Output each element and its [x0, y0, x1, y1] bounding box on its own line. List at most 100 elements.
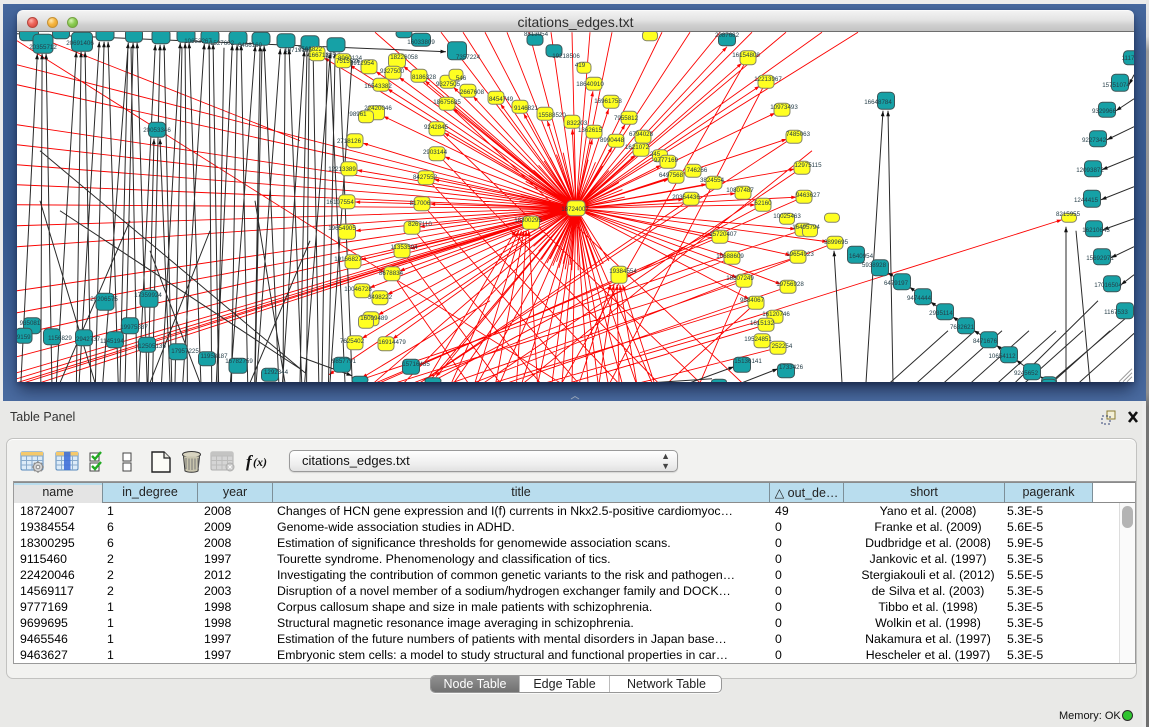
svg-text:8427552: 8427552	[413, 173, 438, 180]
svg-text:17016504: 17016504	[1094, 281, 1122, 288]
svg-text:10653267: 10653267	[184, 37, 212, 44]
svg-text:12975115: 12975115	[794, 161, 822, 168]
svg-text:16210643: 16210643	[1082, 226, 1110, 233]
svg-text:9227342: 9227342	[1082, 136, 1107, 143]
svg-text:2718126: 2718126	[337, 137, 362, 144]
svg-text:7563822: 7563822	[298, 45, 323, 52]
svg-text:3824554: 3824554	[700, 176, 725, 183]
svg-text:19218506: 19218506	[552, 52, 580, 59]
svg-text:15751074: 15751074	[1102, 81, 1130, 88]
svg-text:9327500: 9327500	[380, 67, 405, 74]
svg-text:7357224: 7357224	[456, 53, 481, 60]
svg-text:9899695: 9899695	[824, 238, 849, 245]
svg-text:15588520: 15588520	[538, 111, 566, 118]
svg-text:10807487: 10807487	[726, 186, 754, 193]
svg-text:17957225: 17957225	[171, 347, 199, 354]
svg-text:15692971: 15692971	[1086, 254, 1114, 261]
svg-text:15716485: 15716485	[402, 360, 430, 367]
svg-text:16543382: 16543382	[364, 82, 392, 89]
svg-text:1733426: 1733426	[779, 363, 804, 370]
svg-text:15136141: 15136141	[734, 357, 762, 364]
svg-text:16107554: 16107554	[326, 198, 354, 205]
svg-text:39159: 39159	[17, 333, 31, 340]
svg-text:16914479: 16914479	[378, 338, 406, 345]
svg-text:9474444: 9474444	[907, 294, 932, 301]
svg-text:2667608: 2667608	[460, 88, 485, 95]
svg-text:7625402: 7625402	[340, 337, 365, 344]
svg-text:6479197: 6479197	[884, 279, 909, 286]
svg-text:10654112: 10654112	[988, 352, 1016, 359]
svg-text:19384554: 19384554	[609, 267, 637, 274]
svg-text:1292344: 1292344	[264, 368, 289, 375]
svg-text:18675685: 18675685	[433, 98, 461, 105]
svg-text:1244415: 1244415	[1074, 196, 1099, 203]
svg-text:18807249: 18807249	[726, 274, 754, 281]
svg-text:20206575: 20206575	[90, 295, 118, 302]
svg-text:1156829: 1156829	[48, 334, 72, 341]
svg-text:20364436: 20364436	[672, 193, 700, 200]
svg-text:9146821: 9146821	[514, 104, 539, 111]
svg-text:9884067: 9884067	[740, 296, 765, 303]
svg-text:19654905: 19654905	[328, 224, 356, 231]
svg-text:19654923: 19654923	[786, 250, 814, 257]
svg-text:20355712: 20355712	[29, 43, 57, 50]
svg-text:18724007: 18724007	[561, 205, 589, 212]
svg-text:16495794: 16495794	[792, 223, 820, 230]
svg-text:746266: 746266	[687, 166, 708, 173]
svg-text:1117: 1117	[1122, 54, 1134, 61]
svg-text:12213967: 12213967	[754, 75, 782, 82]
svg-text:8813054: 8813054	[524, 32, 549, 38]
svg-text:1640954: 1640954	[849, 252, 874, 259]
svg-text:16961758: 16961758	[594, 97, 622, 104]
svg-text:1145194: 1145194	[100, 337, 124, 344]
svg-text:9463627: 9463627	[796, 191, 821, 198]
svg-text:8471676: 8471676	[973, 337, 998, 344]
svg-text:(x): (x)	[253, 455, 267, 469]
svg-text:2942737: 2942737	[76, 335, 101, 342]
svg-text:6794028: 6794028	[629, 130, 654, 137]
svg-text:8215955: 8215955	[1056, 210, 1081, 217]
svg-text:98961: 98961	[349, 110, 367, 117]
svg-text:817006: 817006	[410, 199, 431, 206]
svg-text:3498222: 3498222	[368, 293, 393, 300]
svg-text:9242845: 9242845	[424, 123, 449, 130]
svg-text:546: 546	[456, 74, 467, 81]
svg-text:16033809: 16033809	[407, 38, 435, 45]
svg-text:19524851: 19524851	[744, 335, 772, 342]
svg-text:9327505: 9327505	[436, 80, 461, 87]
svg-text:12093872: 12093872	[1076, 166, 1104, 173]
svg-text:9245652: 9245652	[1014, 369, 1039, 376]
svg-text:7485063: 7485063	[786, 130, 811, 137]
svg-text:19756928: 19756928	[776, 280, 804, 287]
svg-text:16099489: 16099489	[360, 314, 388, 321]
svg-text:10688609: 10688609	[716, 252, 744, 259]
svg-text:10973493: 10973493	[770, 103, 798, 110]
svg-text:419: 419	[575, 61, 586, 68]
svg-text:1362615: 1362615	[578, 126, 603, 133]
svg-text:10025463: 10025463	[773, 212, 801, 219]
svg-text:9857791: 9857791	[332, 357, 357, 364]
svg-text:19975887: 19975887	[120, 323, 148, 330]
svg-text:2087682: 2087682	[715, 32, 740, 39]
svg-text:5938928: 5938928	[862, 261, 887, 268]
svg-text:20691406: 20691406	[66, 39, 94, 46]
svg-text:9329966: 9329966	[1092, 107, 1117, 114]
svg-text:935081: 935081	[20, 319, 41, 326]
svg-text:17359924: 17359924	[134, 291, 162, 298]
svg-text:20053346: 20053346	[143, 126, 171, 133]
svg-text:1167533: 1167533	[1104, 308, 1128, 315]
svg-text:18640910: 18640910	[576, 80, 604, 87]
svg-text:62160: 62160	[754, 199, 772, 206]
svg-text:8186328: 8186328	[412, 73, 437, 80]
svg-text:7632621: 7632621	[950, 323, 975, 330]
svg-text:16120746: 16120746	[762, 310, 790, 317]
svg-text:12213389: 12213389	[328, 165, 356, 172]
svg-text:10046728: 10046728	[344, 285, 372, 292]
svg-text:2903144: 2903144	[423, 148, 448, 155]
svg-text:8990448: 8990448	[600, 136, 625, 143]
svg-text:19166827: 19166827	[334, 255, 362, 262]
svg-text:11958187: 11958187	[200, 352, 228, 359]
svg-text:8678834: 8678834	[379, 269, 404, 276]
svg-text:22420046: 22420046	[364, 104, 392, 111]
svg-text:12505135: 12505135	[138, 342, 166, 349]
